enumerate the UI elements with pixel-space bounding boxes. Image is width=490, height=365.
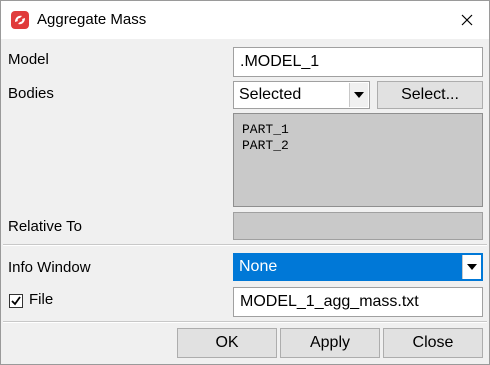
info-window-dropdown[interactable]: None xyxy=(233,253,483,281)
file-label: File xyxy=(29,291,54,308)
divider xyxy=(3,321,487,323)
apply-button[interactable]: Apply xyxy=(280,328,380,358)
window-title: Aggregate Mass xyxy=(37,11,147,28)
aggregate-mass-dialog: Aggregate Mass Model .MODEL_1 Bodies Sel… xyxy=(0,0,490,365)
info-window-dropdown-value: None xyxy=(239,258,278,275)
info-window-label: Info Window xyxy=(8,259,91,276)
file-name-field[interactable]: MODEL_1_agg_mass.txt xyxy=(233,287,483,317)
chevron-down-icon[interactable] xyxy=(349,83,368,107)
select-bodies-button[interactable]: Select... xyxy=(377,81,483,109)
close-button[interactable]: Close xyxy=(383,328,483,358)
relative-to-label: Relative To xyxy=(8,218,82,235)
app-icon xyxy=(11,11,29,29)
title-bar: Aggregate Mass xyxy=(1,1,489,39)
list-item[interactable]: PART_1 xyxy=(242,122,482,138)
relative-to-field[interactable] xyxy=(233,212,483,240)
chevron-down-icon[interactable] xyxy=(462,255,481,279)
bodies-label: Bodies xyxy=(8,85,54,102)
model-label: Model xyxy=(8,51,49,68)
model-field[interactable]: .MODEL_1 xyxy=(233,47,483,77)
divider xyxy=(3,244,487,246)
bodies-dropdown-value: Selected xyxy=(239,86,302,103)
bodies-dropdown[interactable]: Selected xyxy=(233,81,370,109)
list-item[interactable]: PART_2 xyxy=(242,138,482,154)
ok-button[interactable]: OK xyxy=(177,328,277,358)
file-checkbox[interactable] xyxy=(9,294,23,308)
bodies-list[interactable]: PART_1 PART_2 xyxy=(233,113,483,207)
close-icon[interactable] xyxy=(453,7,481,33)
